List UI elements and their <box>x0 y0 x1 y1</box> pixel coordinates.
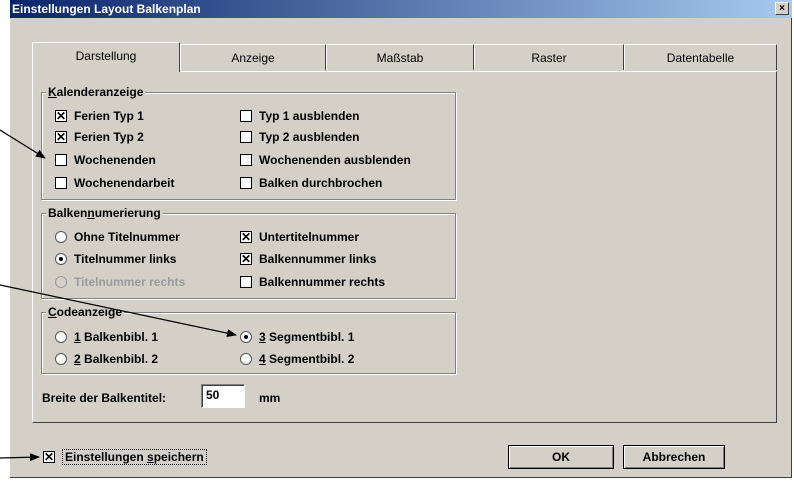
balkennummer-rechts-checkbox[interactable] <box>240 276 252 288</box>
balken-durchbrochen-checkbox[interactable] <box>240 177 252 189</box>
cancel-button[interactable]: Abbrechen <box>623 445 725 469</box>
wochenenden-checkbox[interactable] <box>55 154 67 166</box>
untertitelnummer-label: Untertitelnummer <box>259 230 360 244</box>
titelnummer-links-radio[interactable] <box>55 253 67 265</box>
titelnummer-rechts-radio[interactable] <box>55 276 67 288</box>
segmentbibl2-label: 4 Segmentbibl. 2 <box>259 352 355 366</box>
ohne-titelnummer-label: Ohne Titelnummer <box>74 230 180 244</box>
ferien-typ2-label: Ferien Typ 2 <box>74 130 144 144</box>
tab-darstellung[interactable]: Darstellung <box>32 42 180 72</box>
check-icon: ✕ <box>241 252 252 266</box>
ohne-titelnummer-radio[interactable] <box>55 231 67 243</box>
typ1-ausblenden-label: Typ 1 ausblenden <box>259 109 360 123</box>
ok-button[interactable]: OK <box>508 445 614 469</box>
balkennumerierung-group-title: Balkennumerierung <box>46 206 163 220</box>
tab-datentabelle[interactable]: Datentabelle <box>624 44 777 70</box>
balken-durchbrochen-label: Balken durchbrochen <box>259 176 383 190</box>
balkenbibl1-radio[interactable] <box>55 331 67 343</box>
wochenenden-label: Wochenenden <box>74 153 156 167</box>
wochenenden-ausblenden-label: Wochenenden ausblenden <box>259 153 411 167</box>
einstellungen-speichern-label: Einstellungen speichern <box>62 449 207 465</box>
einstellungen-speichern-checkbox[interactable]: ✕ <box>43 450 55 464</box>
typ2-ausblenden-label: Typ 2 ausblenden <box>259 130 360 144</box>
tab-label: Maßstab <box>376 51 424 65</box>
tab-label: Anzeige <box>231 51 275 65</box>
tab-anzeige[interactable]: Anzeige <box>180 44 326 70</box>
tab-massstab[interactable]: Maßstab <box>326 44 474 70</box>
untertitelnummer-checkbox[interactable]: ✕ <box>240 230 252 244</box>
title-bar[interactable]: Einstellungen Layout Balkenplan × <box>10 0 792 18</box>
titelnummer-links-label: Titelnummer links <box>74 252 177 266</box>
balkennummer-links-label: Balkennummer links <box>259 252 377 266</box>
typ2-ausblenden-checkbox[interactable] <box>240 131 252 143</box>
codeanzeige-group-title: Codeanzeige <box>46 305 125 319</box>
wochenendarbeit-label: Wochenendarbeit <box>74 176 175 190</box>
balkennummer-rechts-label: Balkennummer rechts <box>259 275 386 289</box>
check-icon: ✕ <box>241 230 252 244</box>
balkenbibl2-radio[interactable] <box>55 353 67 365</box>
ferien-typ1-label: Ferien Typ 1 <box>74 109 144 123</box>
tab-label: Darstellung <box>75 49 137 63</box>
segmentbibl1-radio[interactable] <box>240 331 252 343</box>
check-icon: ✕ <box>56 109 67 123</box>
balkenbibl1-label: 1 Balkenbibl. 1 <box>74 330 159 344</box>
breite-input[interactable]: 50 <box>201 384 245 408</box>
ferien-typ1-checkbox[interactable]: ✕ <box>55 109 67 123</box>
check-icon: ✕ <box>56 130 67 144</box>
tab-raster[interactable]: Raster <box>474 44 624 70</box>
breite-label: Breite der Balkentitel: <box>42 391 167 405</box>
segmentbibl2-radio[interactable] <box>240 353 252 365</box>
balkennummer-links-checkbox[interactable]: ✕ <box>240 252 252 266</box>
check-icon: ✕ <box>44 450 55 464</box>
wochenendarbeit-checkbox[interactable] <box>55 177 67 189</box>
typ1-ausblenden-checkbox[interactable] <box>240 110 252 122</box>
balkenbibl2-label: 2 Balkenbibl. 2 <box>74 352 159 366</box>
tab-label: Raster <box>531 51 567 65</box>
ferien-typ2-checkbox[interactable]: ✕ <box>55 130 67 144</box>
titelnummer-rechts-label: Titelnummer rechts <box>74 275 186 289</box>
kalender-group-title: Kalenderanzeige <box>46 85 146 99</box>
close-icon[interactable]: × <box>775 2 789 15</box>
window-title: Einstellungen Layout Balkenplan <box>12 2 201 16</box>
wochenenden-ausblenden-checkbox[interactable] <box>240 154 252 166</box>
segmentbibl1-label: 3 Segmentbibl. 1 <box>259 330 355 344</box>
breite-unit: mm <box>259 391 281 405</box>
tab-label: Datentabelle <box>666 51 735 65</box>
